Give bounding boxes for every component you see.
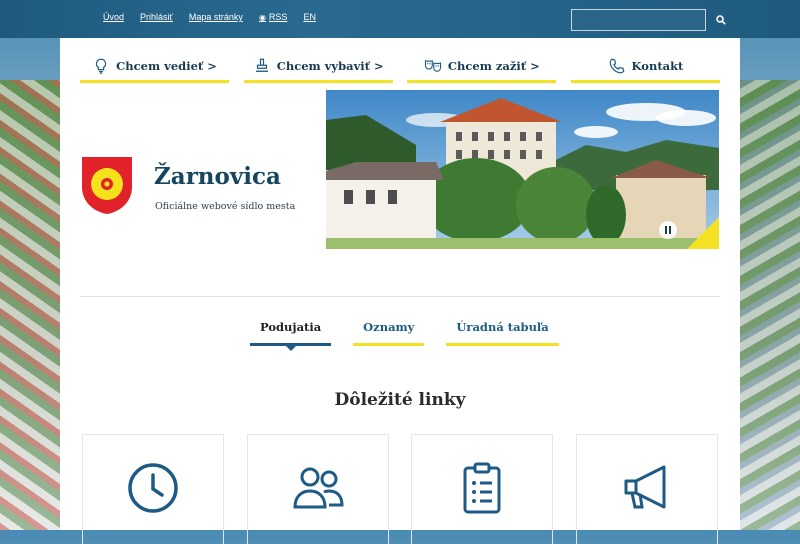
background-photo-left [0, 80, 60, 530]
phone-icon [609, 58, 624, 74]
theater-masks-icon [424, 59, 441, 72]
clipboard-list-icon [463, 462, 501, 514]
rss-icon: ◉ [258, 12, 266, 22]
people-icon [293, 467, 344, 509]
important-links-cards [82, 434, 718, 544]
main-panel: Chcem vedieť > Chcem vybaviť > Chcem zaž… [60, 38, 740, 544]
link-card-clock[interactable] [82, 434, 224, 544]
search-icon[interactable] [716, 10, 726, 30]
banner-corner-accent [687, 217, 719, 249]
link-mapa-stranky[interactable]: Mapa stránky [189, 12, 243, 22]
hero-banner [326, 90, 719, 249]
clock-icon [128, 463, 178, 513]
link-rss[interactable]: ◉ RSS [259, 12, 288, 22]
coat-of-arms-logo[interactable] [80, 155, 134, 215]
search-box [571, 9, 726, 31]
nav-chcem-vediet[interactable]: Chcem vedieť > [80, 52, 229, 83]
site-subtitle: Oficiálne webové sídlo mesta [155, 201, 296, 212]
tab-uradna-tabula[interactable]: Úradná tabuľa [446, 318, 559, 346]
important-links-title: Dôležité linky [334, 390, 466, 410]
nav-label: Kontakt [631, 59, 684, 73]
search-input[interactable] [572, 10, 716, 30]
nav-chcem-zazit[interactable]: Chcem zažiť > [407, 52, 557, 83]
main-nav: Chcem vedieť > Chcem vybaviť > Chcem zaž… [80, 52, 720, 83]
lightbulb-icon [96, 58, 107, 74]
link-card-people[interactable] [246, 434, 389, 544]
link-card-megaphone[interactable] [575, 434, 718, 544]
link-rss-label: RSS [268, 12, 288, 22]
tab-oznamy[interactable]: Oznamy [353, 318, 425, 346]
stamp-icon [255, 58, 268, 72]
link-card-clipboard[interactable] [411, 434, 554, 544]
nav-label: Chcem vybaviť > [276, 59, 384, 73]
nav-chcem-vybavit[interactable]: Chcem vybaviť > [243, 52, 393, 83]
top-links: Úvod Prihlásiť Mapa stránky ◉ RSS EN [103, 12, 332, 22]
background-photo-right [740, 80, 800, 530]
nav-label: Chcem zažiť > [447, 59, 540, 73]
top-bar: Úvod Prihlásiť Mapa stránky ◉ RSS EN [0, 0, 800, 38]
link-en[interactable]: EN [303, 12, 316, 22]
link-uvod[interactable]: Úvod [103, 12, 124, 22]
nav-label: Chcem vedieť > [116, 59, 217, 73]
pause-button[interactable] [659, 221, 677, 239]
site-title[interactable]: Žarnovica [154, 163, 281, 190]
section-divider [80, 296, 720, 297]
tab-podujatia[interactable]: Podujatia [250, 318, 332, 351]
nav-kontakt[interactable]: Kontakt [570, 52, 720, 83]
content-tabs: Podujatia Oznamy Úradná tabuľa [250, 318, 559, 351]
link-prihlasit[interactable]: Prihlásiť [140, 12, 173, 22]
megaphone-icon [624, 465, 666, 509]
